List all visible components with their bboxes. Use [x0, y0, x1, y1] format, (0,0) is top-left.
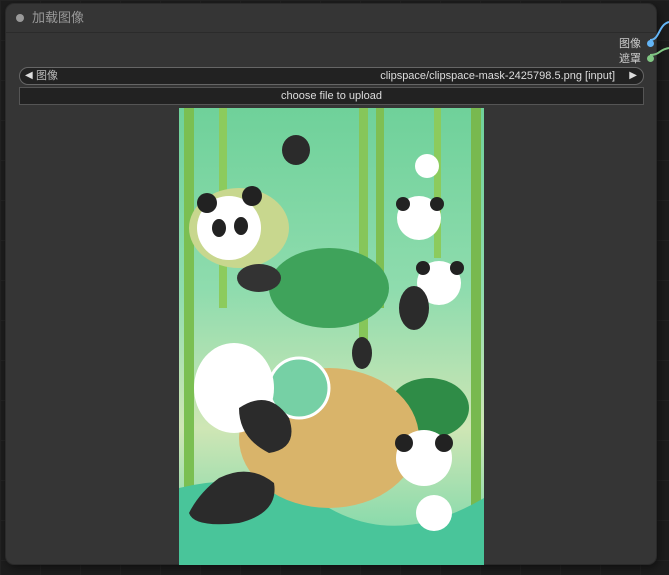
collapse-dot-icon[interactable]: [16, 14, 24, 22]
output-mask-label: 遮罩: [619, 53, 641, 65]
preview-illustration: [179, 108, 484, 565]
image-combo-widget[interactable]: ◀ 图像 clipspace/clipspace-mask-2425798.5.…: [19, 67, 644, 85]
load-image-node[interactable]: 加载图像 图像 遮罩 ◀ 图像 clipspace/clipspace-mask…: [6, 4, 656, 565]
node-titlebar[interactable]: 加载图像: [6, 4, 656, 33]
next-arrow-icon[interactable]: ▶: [629, 69, 637, 83]
output-wires: [649, 21, 669, 56]
image-combo-label: 图像: [36, 70, 58, 82]
image-combo-value: clipspace/clipspace-mask-2425798.5.png […: [380, 70, 615, 82]
node-title: 加载图像: [32, 10, 85, 25]
prev-arrow-icon[interactable]: ◀: [25, 69, 33, 83]
output-image-label: 图像: [619, 38, 641, 50]
preview-image: [179, 108, 484, 565]
upload-button[interactable]: choose file to upload: [19, 87, 644, 105]
